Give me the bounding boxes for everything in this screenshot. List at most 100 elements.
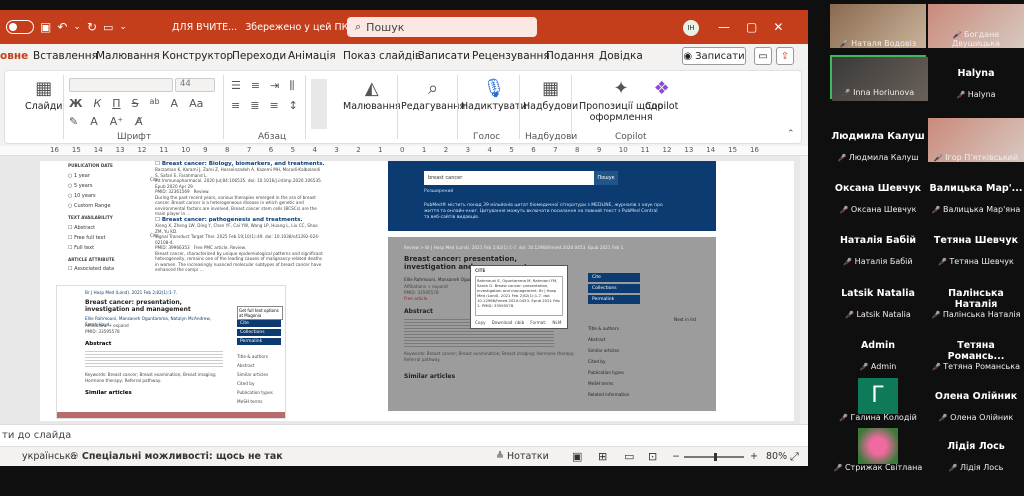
italic-button[interactable]: К xyxy=(93,97,101,110)
participant-tile[interactable]: Тетяна Романсь... 🎤̸ Тетяна Романська xyxy=(928,327,1024,371)
participant-tile[interactable]: 🎤̸ Inna Horiunova xyxy=(830,55,928,101)
numbering-icon[interactable]: ≡ xyxy=(251,79,260,93)
shapes-gallery[interactable] xyxy=(311,79,327,129)
tab-animations[interactable]: Анімація xyxy=(288,44,336,68)
normal-view-icon[interactable]: ▣ xyxy=(572,447,582,466)
participant-tile[interactable]: 🎤̸ Стрижак Світлана xyxy=(830,428,926,472)
doc-title[interactable]: ДЛЯ ВЧИТЕ... xyxy=(172,22,237,33)
bullets-icon[interactable]: ☰ xyxy=(231,79,241,93)
undo-icon[interactable]: ↶ xyxy=(57,20,67,34)
tab-transitions[interactable]: Переходи xyxy=(232,44,286,68)
zoom-in-icon[interactable]: + xyxy=(750,447,758,466)
participant-tile[interactable]: Г 🎤̸ Галина Колодій xyxy=(830,378,926,422)
share-button[interactable]: ⇪ xyxy=(776,47,794,65)
customize-icon[interactable]: ⌄ xyxy=(119,22,127,32)
notes-pane[interactable]: ти до слайда xyxy=(0,424,808,446)
present-icon[interactable]: ▭ xyxy=(103,21,113,34)
align-right-icon[interactable]: ≡ xyxy=(269,99,278,112)
tab-view[interactable]: Подання xyxy=(546,44,594,68)
tab-help[interactable]: Довідка xyxy=(599,44,643,68)
text-filters: ☐ Abstract ☐ Free full text ☐ Full text xyxy=(68,225,106,251)
line-spacing-icon[interactable]: ↕ xyxy=(289,99,298,112)
columns-icon[interactable]: ⫼ xyxy=(289,79,294,93)
collapse-ribbon-icon[interactable]: ⌃ xyxy=(787,129,795,139)
drawing-button[interactable]: ◭ Малювання xyxy=(343,79,401,113)
addins-button[interactable]: ▦ Надбудови xyxy=(523,79,578,113)
ruler-tick: 7 xyxy=(553,146,558,154)
attr-filters: ☐ Associated data xyxy=(68,266,115,272)
record-button[interactable]: ◉ Записати xyxy=(682,47,746,65)
separator xyxy=(571,75,572,139)
tab-record[interactable]: Записати xyxy=(418,44,470,68)
participant-tile[interactable]: Admin 🎤̸ Admin xyxy=(830,327,926,371)
tab-slideshow[interactable]: Показ слайдів xyxy=(343,44,421,68)
ruler-tick: 16 xyxy=(750,146,759,154)
tab-insert[interactable]: Вставлення xyxy=(33,44,98,68)
language-status[interactable]: українська xyxy=(22,447,76,466)
fit-slide-icon[interactable]: ⤢ xyxy=(790,447,799,466)
ruler-tick: 11 xyxy=(159,146,169,154)
participant-tile[interactable]: Оксана Шевчук 🎤̸ Оксана Шевчук xyxy=(830,170,926,214)
participant-tile[interactable]: Валицька Мар'... 🎤̸ Валицька Мар'яна xyxy=(928,170,1024,214)
align-center-icon[interactable]: ≣ xyxy=(250,99,259,112)
ruler-tick: 3 xyxy=(465,146,471,154)
slides-button[interactable]: ▦ Слайди xyxy=(25,79,62,113)
comments-button[interactable]: ▭ xyxy=(754,47,772,65)
date-filters: ○ 1 year ○ 5 years ○ 10 years ○ Custom R… xyxy=(68,173,111,209)
redo-icon[interactable]: ↻ xyxy=(87,20,97,34)
vertical-scrollbar[interactable] xyxy=(800,156,808,424)
accessibility-status[interactable]: ⚇ Спеціальні можливості: щось не так xyxy=(70,447,283,466)
font-size-box[interactable]: 44 xyxy=(175,78,215,92)
participant-tile[interactable]: Тетяна Шевчук 🎤̸ Тетяна Шевчук xyxy=(928,222,1024,266)
font-name-box[interactable] xyxy=(69,78,173,92)
save-icon[interactable]: ▣ xyxy=(40,20,51,34)
clear-format-icon[interactable]: A̸ xyxy=(135,115,143,128)
participant-tile[interactable]: Людмила Калуш 🎤̸ Людмила Калуш xyxy=(830,118,926,162)
minimize-icon[interactable]: — xyxy=(718,20,730,34)
highlight-icon[interactable]: ✎ xyxy=(69,115,78,128)
align-left-icon[interactable]: ≡ xyxy=(231,99,240,112)
font-color-icon[interactable]: A xyxy=(171,97,179,110)
participant-tile[interactable]: 🎤̸ Наталя Водовіз xyxy=(830,4,926,48)
case-icon[interactable]: Aa xyxy=(189,97,203,110)
participant-tile[interactable]: Halyna 🎤̸ Halyna xyxy=(928,55,1024,99)
tab-draw[interactable]: Малювання xyxy=(96,44,160,68)
sorter-view-icon[interactable]: ⊞ xyxy=(598,447,607,466)
bold-button[interactable]: Ж xyxy=(69,97,82,110)
autosave-toggle[interactable] xyxy=(6,20,34,34)
participant-tile[interactable]: Олена Олійник 🎤̸ Олена Олійник xyxy=(928,378,1024,422)
tab-home[interactable]: овне xyxy=(0,44,28,68)
participant-tile[interactable]: 🎤̸ Ігор П'ятківський xyxy=(928,118,1024,162)
participant-tile[interactable]: 🎤̸ Богдана Двушицька xyxy=(928,4,1024,48)
tab-design[interactable]: Конструктор xyxy=(162,44,233,68)
search-box[interactable]: ⌕ Пошук xyxy=(347,17,537,37)
indent-icon[interactable]: ⇥ xyxy=(270,79,279,93)
tab-review[interactable]: Рецензування xyxy=(472,44,550,68)
underline-button[interactable]: П xyxy=(112,97,120,110)
slideshow-view-icon[interactable]: ⊡ xyxy=(648,447,657,466)
text-color-icon[interactable]: A xyxy=(90,115,98,128)
participant-tile[interactable]: Палінська Наталія 🎤̸ Палінська Наталія xyxy=(928,275,1024,319)
zoom-level[interactable]: 80% xyxy=(766,447,787,466)
close-icon[interactable]: ✕ xyxy=(773,20,783,34)
participant-tile[interactable]: Лідія Лось 🎤̸ Лідія Лось xyxy=(928,428,1024,472)
dictate-button[interactable]: 🎙 Надиктувати xyxy=(461,79,527,113)
zoom-slider[interactable] xyxy=(684,453,744,461)
undo-dropdown-icon[interactable]: ⌄ xyxy=(73,22,81,32)
participant-tile[interactable]: Наталія Бабій 🎤̸ Наталія Бабій xyxy=(830,222,926,266)
editing-button[interactable]: ⌕ Редагування xyxy=(401,79,465,113)
participant-label: 🎤̸ Admin xyxy=(859,362,897,371)
spacing-button[interactable]: ab xyxy=(150,97,160,110)
grow-font-icon[interactable]: A⁺ xyxy=(110,115,123,128)
user-avatar[interactable]: IH xyxy=(683,20,699,36)
slide[interactable]: PUBLICATION DATE ○ 1 year ○ 5 years ○ 10… xyxy=(40,161,794,421)
maximize-icon[interactable]: ▢ xyxy=(746,20,757,34)
copilot-button[interactable]: ❖ Copilot xyxy=(645,78,678,113)
copilot-icon: ❖ xyxy=(653,78,670,99)
strike-button[interactable]: S xyxy=(132,97,139,110)
notes-button[interactable]: ≜ Нотатки xyxy=(496,447,549,466)
zoom-out-icon[interactable]: − xyxy=(672,447,680,466)
participant-tile[interactable]: Latsik Natalia 🎤̸ Latsik Natalia xyxy=(830,275,926,319)
reading-view-icon[interactable]: ▭ xyxy=(624,447,634,466)
separator xyxy=(223,75,224,139)
